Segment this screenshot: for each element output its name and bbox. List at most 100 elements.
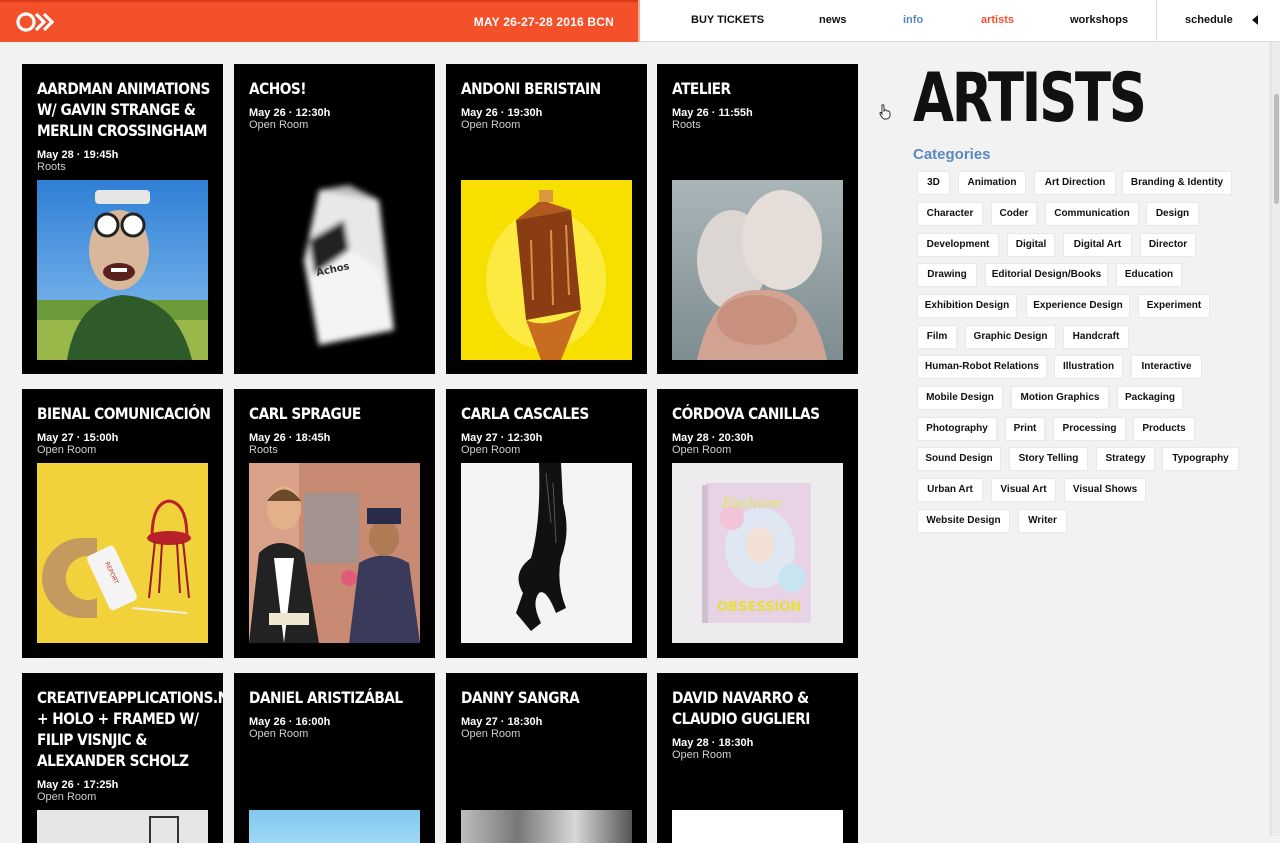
artist-room: Open Room <box>249 119 309 131</box>
category-tag[interactable]: Character <box>917 202 983 226</box>
artist-card[interactable]: ACHOS! May 26 · 12:30h Open Room Achos <box>234 64 435 374</box>
nav-workshops[interactable]: workshops <box>1070 14 1128 26</box>
category-tag[interactable]: Writer <box>1018 509 1067 533</box>
magazine-title: Fashion <box>721 494 781 512</box>
category-tag[interactable]: Branding & Identity <box>1122 171 1232 195</box>
artist-image <box>37 810 208 843</box>
category-tag[interactable]: Design <box>1146 202 1199 226</box>
artist-date: May 28 · 20:30h <box>672 432 754 444</box>
category-tag[interactable]: Strategy <box>1096 447 1155 471</box>
category-tag[interactable]: Human-Robot Relations <box>917 355 1047 379</box>
artist-image <box>249 463 420 643</box>
artist-image <box>461 463 632 643</box>
artist-name: CARLA CASCALES <box>461 404 589 423</box>
category-tag[interactable]: Urban Art <box>917 478 983 502</box>
artist-card[interactable]: CARL SPRAGUE May 26 · 18:45h Roots <box>234 389 435 658</box>
category-tag[interactable]: Mobile Design <box>917 386 1003 410</box>
artist-name: ANDONI BERISTAIN <box>461 79 601 98</box>
category-tag[interactable]: Editorial Design/Books <box>985 263 1108 287</box>
artist-name: CREATIVEAPPLICATIONS.NET + HOLO + FRAMED… <box>37 688 223 770</box>
nav-info[interactable]: info <box>903 14 923 26</box>
artist-name: DAVID NAVARRO & CLAUDIO GUGLIERI <box>672 688 810 728</box>
artist-card[interactable]: ATELIER May 26 · 11:55h Roots <box>657 64 858 374</box>
artist-room: Open Room <box>461 444 521 456</box>
nav-schedule[interactable]: schedule <box>1185 14 1233 26</box>
category-tag[interactable]: Coder <box>991 202 1037 226</box>
category-tag[interactable]: Handcraft <box>1063 325 1129 349</box>
festival-dates: MAY 26-27-28 2016 BCN <box>473 15 614 29</box>
artist-date: May 28 · 19:45h <box>37 149 119 161</box>
category-tag[interactable]: Development <box>917 233 999 257</box>
category-tag[interactable]: Products <box>1133 417 1195 441</box>
collapse-arrow-icon[interactable] <box>1252 15 1258 25</box>
artist-room: Open Room <box>672 749 732 761</box>
artist-room: Open Room <box>249 728 309 740</box>
artist-date: May 28 · 18:30h <box>672 737 754 749</box>
artist-image <box>461 180 632 360</box>
category-tag[interactable]: Motion Graphics <box>1011 386 1109 410</box>
artist-date: May 26 · 11:55h <box>672 107 753 119</box>
artist-card[interactable]: DANNY SANGRA May 27 · 18:30h Open Room <box>446 673 647 843</box>
scrollbar-thumb[interactable] <box>1274 94 1279 204</box>
category-tag[interactable]: Interactive <box>1131 355 1202 379</box>
artist-card[interactable]: ANDONI BERISTAIN May 26 · 19:30h Open Ro… <box>446 64 647 374</box>
artist-image <box>461 810 632 843</box>
category-tag[interactable]: Art Direction <box>1034 171 1116 195</box>
artist-date: May 26 · 16:00h <box>249 716 331 728</box>
artist-date: May 26 · 12:30h <box>249 107 331 119</box>
artist-name: CARL SPRAGUE <box>249 404 361 423</box>
category-tag[interactable]: Sound Design <box>917 447 1001 471</box>
category-tag[interactable]: Typography <box>1162 447 1239 471</box>
artist-room: Open Room <box>461 119 521 131</box>
artist-card[interactable]: DAVID NAVARRO & CLAUDIO GUGLIERI May 28 … <box>657 673 858 843</box>
page-scrollbar[interactable] <box>1272 42 1280 836</box>
artist-date: May 27 · 12:30h <box>461 432 543 444</box>
page-title: ARTISTS <box>913 59 1147 138</box>
category-tag[interactable]: Communication <box>1045 202 1139 226</box>
artist-date: May 26 · 18:45h <box>249 432 331 444</box>
category-tag[interactable]: Visual Art <box>991 478 1056 502</box>
offf-logo-icon[interactable] <box>16 10 56 34</box>
category-tag[interactable]: Education <box>1116 263 1182 287</box>
category-tag[interactable]: Digital <box>1007 233 1055 257</box>
artist-card[interactable]: CARLA CASCALES May 27 · 12:30h Open Room <box>446 389 647 658</box>
category-tag[interactable]: Director <box>1140 233 1196 257</box>
artist-card[interactable]: DANIEL ARISTIZÁBAL May 26 · 16:00h Open … <box>234 673 435 843</box>
artist-card[interactable]: CREATIVEAPPLICATIONS.NET + HOLO + FRAMED… <box>22 673 223 843</box>
nav-buy-tickets[interactable]: BUY TICKETS <box>691 14 764 26</box>
artist-card[interactable]: CÓRDOVA CANILLAS May 28 · 20:30h Open Ro… <box>657 389 858 658</box>
category-tag[interactable]: Film <box>917 325 957 349</box>
nav-artists[interactable]: artists <box>981 14 1014 26</box>
category-tag[interactable]: Graphic Design <box>965 325 1056 349</box>
category-tag[interactable]: Visual Shows <box>1064 478 1146 502</box>
category-tag[interactable]: Experience Design <box>1026 294 1130 318</box>
artist-image: Fashion OBSESSION <box>672 463 843 643</box>
artist-room: Open Room <box>37 444 97 456</box>
category-tag[interactable]: Drawing <box>917 263 977 287</box>
category-tag[interactable]: Digital Art <box>1063 233 1132 257</box>
artist-image <box>672 810 843 843</box>
artist-room: Roots <box>672 119 701 131</box>
magazine-sub: OBSESSION <box>717 600 801 615</box>
artist-card[interactable]: BIENAL COMUNICACIÓN May 27 · 15:00h Open… <box>22 389 223 658</box>
category-tag[interactable]: Print <box>1005 417 1045 441</box>
category-tag[interactable]: Photography <box>917 417 997 441</box>
hand-cursor-icon <box>879 104 891 120</box>
category-tag[interactable]: Packaging <box>1117 386 1183 410</box>
artist-date: May 27 · 18:30h <box>461 716 543 728</box>
category-tag[interactable]: Website Design <box>917 509 1010 533</box>
nav-news[interactable]: news <box>819 14 847 26</box>
category-tag[interactable]: Illustration <box>1054 355 1123 379</box>
category-tag[interactable]: Experiment <box>1138 294 1210 318</box>
category-tag[interactable]: 3D <box>917 171 950 195</box>
artist-card[interactable]: AARDMAN ANIMATIONS W/ GAVIN STRANGE & ME… <box>22 64 223 374</box>
category-tag[interactable]: Processing <box>1053 417 1126 441</box>
artist-room: Roots <box>249 444 278 456</box>
category-tag[interactable]: Story Telling <box>1009 447 1088 471</box>
category-tag[interactable]: Exhibition Design <box>917 294 1017 318</box>
top-header: MAY 26-27-28 2016 BCN BUY TICKETS news i… <box>0 0 1280 42</box>
artist-name: DANNY SANGRA <box>461 688 580 707</box>
artist-room: Roots <box>37 161 66 173</box>
category-tag[interactable]: Animation <box>958 171 1026 195</box>
artist-name: ACHOS! <box>249 79 307 98</box>
